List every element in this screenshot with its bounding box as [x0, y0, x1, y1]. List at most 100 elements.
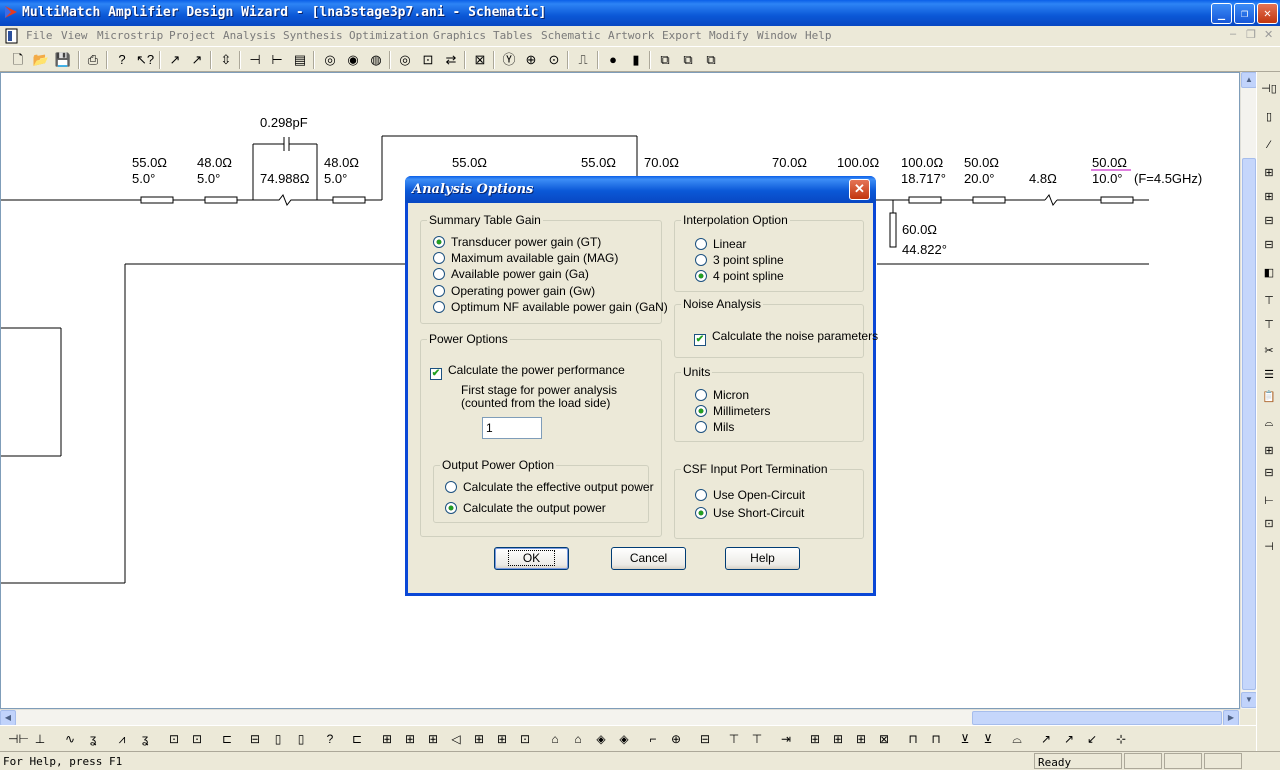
- t-icon[interactable]: ⊕: [522, 51, 540, 69]
- component-icon[interactable]: ☰: [1260, 366, 1278, 384]
- menu-analysis[interactable]: Analysis: [223, 29, 276, 42]
- component-icon[interactable]: ◈: [615, 730, 633, 748]
- circle-icon-2[interactable]: ◉: [344, 51, 362, 69]
- component-icon[interactable]: ⊹: [1112, 730, 1130, 748]
- mdi-close-icon[interactable]: ✕: [1264, 28, 1273, 41]
- shunt-inductor-icon[interactable]: ʓ: [84, 730, 102, 748]
- menu-project[interactable]: Project: [169, 29, 215, 42]
- calc-power-checkbox[interactable]: ✔ Calculate the power performance: [430, 363, 625, 380]
- component-icon[interactable]: ⊞: [852, 730, 870, 748]
- tune-icon-2[interactable]: ↗: [188, 51, 206, 69]
- zoom-out-icon[interactable]: ⊟: [1260, 464, 1278, 482]
- menu-tables[interactable]: Tables: [493, 29, 533, 42]
- list-icon[interactable]: ▤: [291, 51, 309, 69]
- radio-max-available-gain[interactable]: Maximum available gain (MAG): [433, 251, 618, 265]
- component-icon[interactable]: ⊓: [927, 730, 945, 748]
- radio-micron[interactable]: Micron: [695, 388, 749, 402]
- component-icon[interactable]: ⊤: [1260, 292, 1278, 310]
- help-icon[interactable]: ?: [113, 51, 131, 69]
- cancel-button[interactable]: Cancel: [611, 547, 686, 570]
- component-icon[interactable]: 📋: [1260, 388, 1278, 406]
- radio-optimum-nf-gain[interactable]: Optimum NF available power gain (GaN): [433, 300, 668, 314]
- stack-icon-2[interactable]: ⧉: [679, 51, 697, 69]
- scroll-left-icon[interactable]: ◀: [0, 710, 16, 726]
- vertical-scrollbar[interactable]: ▲ ▼: [1240, 72, 1257, 709]
- menu-schematic[interactable]: Schematic: [541, 29, 601, 42]
- component-icon[interactable]: ⊞: [1260, 188, 1278, 206]
- radio-linear[interactable]: Linear: [695, 237, 746, 251]
- pulse-icon[interactable]: ⎍: [574, 51, 592, 69]
- menu-view[interactable]: View: [61, 29, 88, 42]
- menu-artwork[interactable]: Artwork: [608, 29, 654, 42]
- menu-file[interactable]: File: [26, 29, 53, 42]
- menu-microstrip[interactable]: Microstrip: [97, 29, 163, 42]
- first-stage-input[interactable]: 1: [482, 417, 542, 439]
- component-icon[interactable]: ⊞: [378, 730, 396, 748]
- component-icon[interactable]: ⌓: [1008, 730, 1026, 748]
- dialog-close-button[interactable]: ✕: [849, 179, 870, 200]
- component-icon[interactable]: ⊣▯: [1260, 80, 1278, 98]
- menu-export[interactable]: Export: [662, 29, 702, 42]
- component-icon[interactable]: ⌂: [546, 730, 564, 748]
- calc-noise-checkbox[interactable]: ✔ Calculate the noise parameters: [694, 329, 878, 346]
- horizontal-scrollbar[interactable]: ◀ ▶: [0, 709, 1240, 726]
- component-icon[interactable]: ⊤: [725, 730, 743, 748]
- component-icon[interactable]: ⊻: [956, 730, 974, 748]
- radio-output-power[interactable]: Calculate the output power: [445, 501, 606, 515]
- component-icon[interactable]: ⇥: [777, 730, 795, 748]
- document-icon[interactable]: [4, 28, 20, 44]
- menu-synthesis[interactable]: Synthesis: [283, 29, 343, 42]
- query-icon[interactable]: ?: [321, 730, 339, 748]
- menu-window[interactable]: Window: [757, 29, 797, 42]
- component-icon[interactable]: ⊡: [165, 730, 183, 748]
- ring-icon[interactable]: ●: [604, 51, 622, 69]
- radio-effective-output-power[interactable]: Calculate the effective output power: [445, 480, 654, 494]
- component-icon[interactable]: ⊟: [1260, 212, 1278, 230]
- component-icon[interactable]: ◈: [592, 730, 610, 748]
- component-icon[interactable]: ⌂: [569, 730, 587, 748]
- ok-button[interactable]: OK: [494, 547, 569, 570]
- component-icon[interactable]: ⊠: [875, 730, 893, 748]
- radio-3-point-spline[interactable]: 3 point spline: [695, 253, 784, 267]
- component-icon[interactable]: ⊞: [806, 730, 824, 748]
- circle-icon-4[interactable]: ◎: [396, 51, 414, 69]
- inductor-icon[interactable]: ∿: [61, 730, 79, 748]
- component-icon[interactable]: ⊏: [218, 730, 236, 748]
- vertical-scroll-thumb[interactable]: [1242, 158, 1256, 690]
- shunt-line-icon[interactable]: ▯: [269, 730, 287, 748]
- component-icon[interactable]: ▯: [1260, 108, 1278, 126]
- zoom-in-icon[interactable]: ⊞: [1260, 442, 1278, 460]
- radio-available-gain[interactable]: Available power gain (Ga): [433, 267, 589, 281]
- menu-optimization[interactable]: Optimization: [349, 29, 428, 42]
- radio-open-circuit[interactable]: Use Open-Circuit: [695, 488, 805, 502]
- radio-4-point-spline[interactable]: 4 point spline: [695, 269, 784, 283]
- line-icon[interactable]: ⊟: [246, 730, 264, 748]
- horizontal-scroll-thumb[interactable]: [972, 711, 1222, 725]
- component-icon[interactable]: ◧: [1260, 264, 1278, 282]
- menu-graphics[interactable]: Graphics: [433, 29, 486, 42]
- arrow-icon[interactable]: ↗: [1037, 730, 1055, 748]
- menu-help[interactable]: Help: [805, 29, 832, 42]
- stack-icon[interactable]: ⧉: [656, 51, 674, 69]
- cross-icon[interactable]: ⊠: [471, 51, 489, 69]
- component-icon[interactable]: ⊤: [1260, 316, 1278, 334]
- component-icon[interactable]: ⊣: [1260, 538, 1278, 556]
- rect-icon[interactable]: ▮: [627, 51, 645, 69]
- restore-button[interactable]: ❐: [1234, 3, 1255, 24]
- component-icon[interactable]: ⊞: [1260, 164, 1278, 182]
- capacitor-icon[interactable]: ⊣⊢: [8, 730, 29, 748]
- component-icon[interactable]: ⊓: [904, 730, 922, 748]
- component-icon[interactable]: ⊞: [829, 730, 847, 748]
- open-icon[interactable]: 📂: [32, 51, 50, 69]
- component-icon[interactable]: ⊏: [348, 730, 366, 748]
- radio-mils[interactable]: Mils: [695, 420, 734, 434]
- swap-icon[interactable]: ⊣: [246, 51, 264, 69]
- component-icon[interactable]: ⊞: [401, 730, 419, 748]
- stub-icon[interactable]: ▯: [292, 730, 310, 748]
- arrow-icon-2[interactable]: ↗: [1060, 730, 1078, 748]
- component-icon[interactable]: ⁄: [1260, 136, 1278, 154]
- component-icon[interactable]: ⌐: [644, 730, 662, 748]
- arrow-icon-3[interactable]: ↙: [1083, 730, 1101, 748]
- component-icon[interactable]: ✂: [1260, 342, 1278, 360]
- scroll-down-icon[interactable]: ▼: [1241, 692, 1257, 708]
